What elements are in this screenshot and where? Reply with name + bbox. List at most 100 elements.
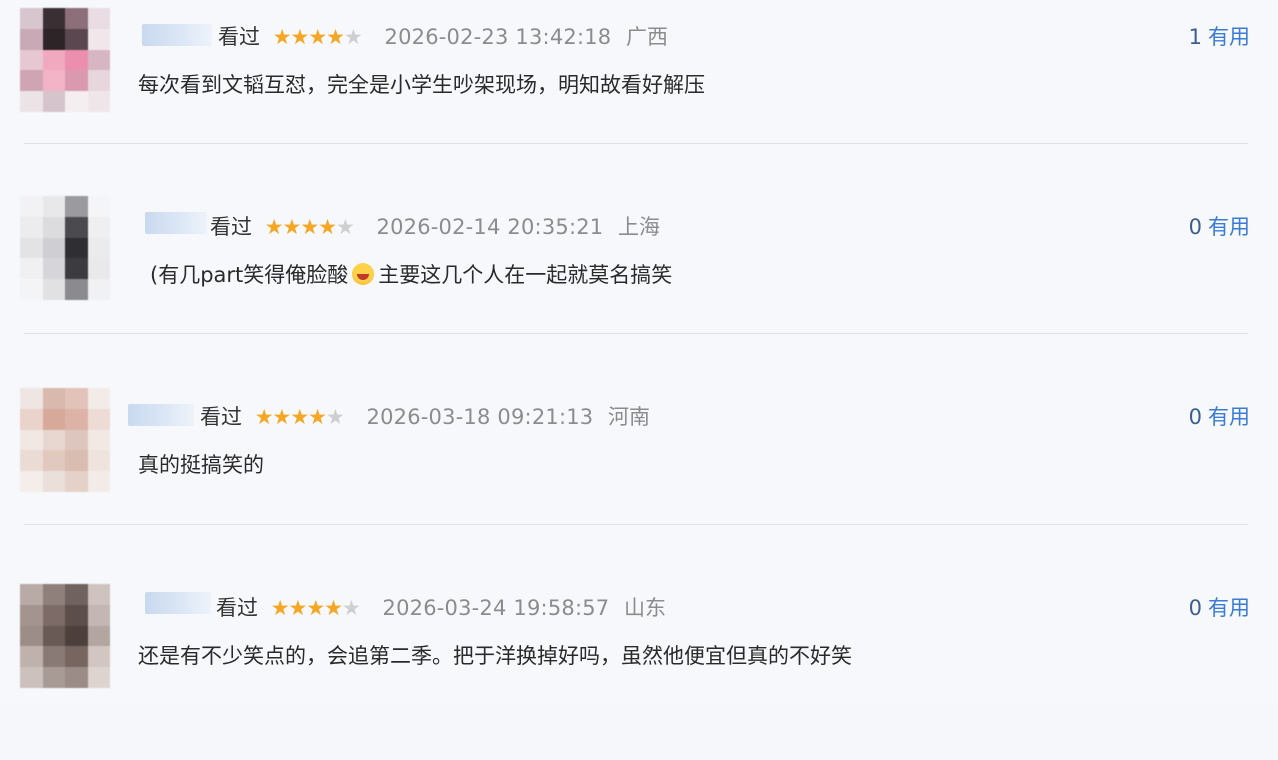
avatar-pixel [87, 70, 110, 92]
star-filled-icon: ★ [290, 25, 310, 49]
star-filled-icon: ★ [272, 25, 292, 49]
useful-label: 有用 [1208, 596, 1250, 620]
watch-status: 看过 [210, 215, 252, 239]
avatar-pixel [42, 667, 65, 688]
star-filled-icon: ★ [264, 215, 284, 239]
review-item: 看过 ★★★★★ 2026-02-14 20:35:21 上海 0 有用 (有几p… [0, 190, 1278, 380]
review-item: 看过 ★★★★★ 2026-03-18 09:21:13 河南 0 有用 真的挺搞… [0, 380, 1278, 570]
avatar-pixel [65, 91, 88, 112]
avatar-pixel [87, 8, 110, 29]
avatar-pixel [42, 388, 65, 409]
star-filled-icon: ★ [272, 405, 292, 429]
avatar-pixel [42, 625, 65, 647]
star-filled-icon: ★ [254, 405, 274, 429]
avatar-pixel [42, 8, 65, 29]
star-filled-icon: ★ [290, 405, 309, 429]
avatar[interactable] [20, 196, 110, 300]
avatar-pixel [42, 91, 65, 112]
avatar-pixel [20, 604, 43, 626]
divider [24, 143, 1248, 144]
useful-count: 0 [1188, 215, 1202, 239]
avatar-pixel [87, 604, 110, 626]
star-empty-icon: ★ [336, 215, 355, 239]
avatar-pixel [87, 667, 110, 688]
useful-count: 0 [1188, 405, 1202, 429]
avatar-pixel [65, 408, 88, 430]
review-time: 2026-02-23 13:42:18 [384, 25, 612, 49]
star-filled-icon: ★ [308, 405, 327, 429]
star-filled-icon: ★ [326, 25, 345, 49]
avatar[interactable] [20, 584, 110, 688]
avatar-pixel [20, 471, 43, 492]
review-meta: 看过 ★★★★★ 2026-02-14 20:35:21 上海 [210, 211, 660, 241]
review-location: 广西 [626, 25, 669, 49]
watch-status: 看过 [200, 405, 242, 429]
avatar-pixel [65, 258, 88, 280]
username-blurred[interactable] [128, 404, 194, 426]
avatar-pixel [65, 28, 88, 50]
useful-button[interactable]: 0 有用 [1189, 592, 1250, 622]
avatar-pixel [87, 258, 110, 280]
avatar-pixel [42, 196, 65, 217]
avatar-pixel [42, 471, 65, 492]
avatar-pixel [20, 584, 43, 605]
useful-count: 1 [1188, 25, 1202, 49]
useful-count: 0 [1188, 596, 1202, 620]
avatar-pixel [42, 584, 65, 605]
star-filled-icon: ★ [300, 215, 319, 239]
laughing-emoji-icon [352, 263, 375, 285]
review-location: 河南 [608, 405, 651, 429]
review-time: 2026-03-24 19:58:57 [382, 596, 610, 620]
avatar-pixel [87, 279, 110, 300]
avatar-pixel [87, 49, 110, 71]
username-blurred[interactable] [145, 212, 207, 234]
username-blurred[interactable] [142, 24, 212, 46]
review-comment: 每次看到文韬互怼，完全是小学生吵架现场，明知故看好解压 [138, 73, 705, 97]
avatar-pixel [87, 388, 110, 409]
avatar-pixel [20, 646, 43, 668]
star-filled-icon: ★ [308, 25, 327, 49]
avatar-pixel [20, 279, 43, 300]
avatar-pixel [20, 216, 43, 238]
avatar-pixel [65, 388, 88, 409]
avatar-pixel [87, 450, 110, 472]
avatar[interactable] [20, 388, 110, 492]
avatar-pixel [42, 604, 65, 626]
useful-button[interactable]: 0 有用 [1189, 401, 1250, 431]
review-comment: 真的挺搞笑的 [138, 453, 264, 477]
avatar-pixel [20, 258, 43, 280]
avatar-pixel [42, 450, 65, 472]
avatar-pixel [87, 196, 110, 217]
star-filled-icon: ★ [282, 215, 302, 239]
useful-button[interactable]: 0 有用 [1189, 211, 1250, 241]
watch-status: 看过 [218, 25, 260, 49]
avatar-pixel [65, 471, 88, 492]
useful-button[interactable]: 1 有用 [1189, 21, 1250, 51]
avatar-pixel [87, 28, 110, 50]
avatar-pixel [20, 70, 43, 92]
comment-text: (有几part笑得俺脸酸 [150, 263, 349, 287]
avatar-pixel [42, 216, 65, 238]
avatar-pixel [20, 450, 43, 472]
review-comment: 还是有不少笑点的，会追第二季。把于洋换掉好吗，虽然他便宜但真的不好笑 [138, 644, 852, 668]
avatar-pixel [20, 91, 43, 112]
avatar-pixel [65, 625, 88, 647]
avatar-pixel [42, 70, 65, 92]
username-blurred[interactable] [145, 592, 211, 614]
avatar-pixel [87, 646, 110, 668]
star-empty-icon: ★ [326, 405, 345, 429]
review-meta: 看过 ★★★★★ 2026-02-23 13:42:18 广西 [218, 21, 668, 51]
useful-label: 有用 [1208, 405, 1250, 429]
avatar-pixel [42, 279, 65, 300]
avatar-pixel [42, 408, 65, 430]
avatar-pixel [87, 471, 110, 492]
avatar-pixel [65, 196, 88, 217]
rating-stars: ★★★★★ [264, 215, 355, 239]
rating-stars: ★★★★★ [254, 405, 345, 429]
star-empty-icon: ★ [342, 596, 361, 620]
avatar-pixel [42, 28, 65, 50]
avatar-pixel [20, 28, 43, 50]
review-list: 看过 ★★★★★ 2026-02-23 13:42:18 广西 1 有用 每次看到… [0, 0, 1278, 702]
avatar-pixel [20, 667, 43, 688]
avatar[interactable] [20, 8, 110, 112]
